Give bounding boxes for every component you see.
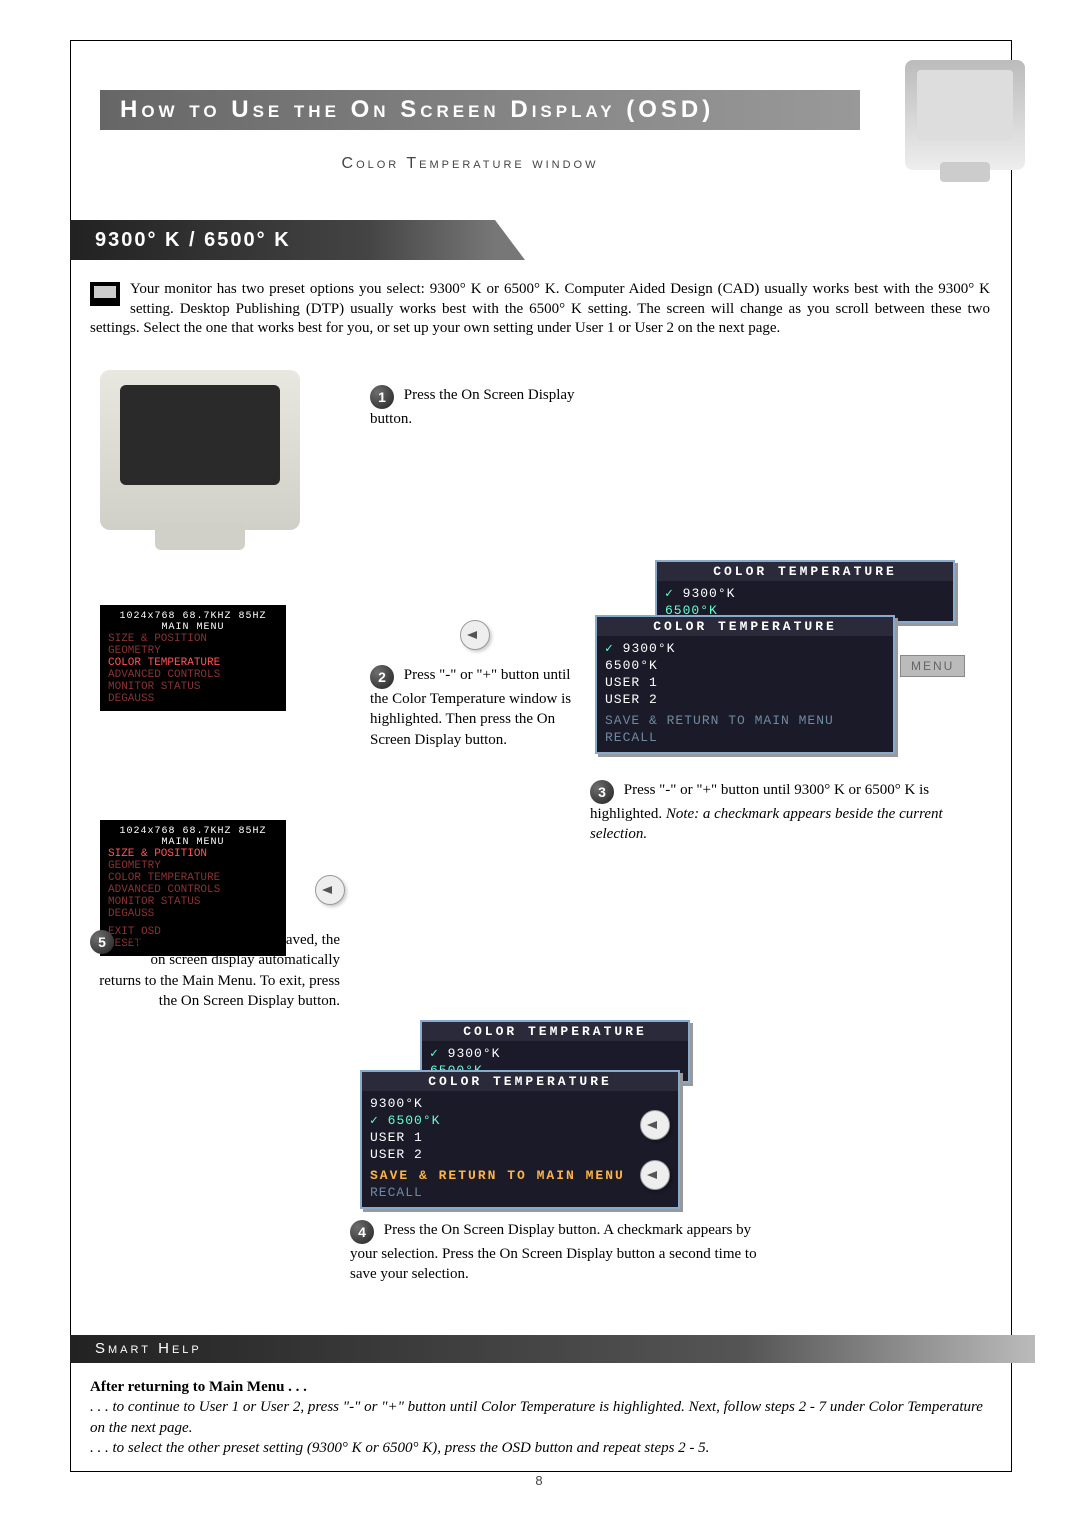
osd-6500: 6500°K <box>370 1112 670 1129</box>
intro-text: Your monitor has two preset options you … <box>90 281 990 336</box>
crt-base <box>155 522 245 550</box>
osd-color-temp-back: COLOR TEMPERATURE 9300°K 6500°K <box>655 560 955 623</box>
arrow-icon <box>315 875 345 905</box>
osd-user2: USER 2 <box>605 691 885 708</box>
osd-9300: 9300°K <box>430 1045 680 1062</box>
osd-9300: 9300°K <box>370 1095 670 1112</box>
step-3-text: Press "-" or "+" button until 9300° K or… <box>590 782 943 842</box>
arrow-icon <box>640 1160 670 1190</box>
step-1-text: Press the On Screen Display button. <box>370 387 575 427</box>
mm-item: ADVANCED CONTROLS <box>108 669 278 681</box>
smart-help-body: After returning to Main Menu . . . . . .… <box>90 1377 990 1458</box>
osd-user1: USER 1 <box>370 1129 670 1146</box>
osd-header: COLOR TEMPERATURE <box>422 1022 688 1041</box>
osd-main-menu-upper: 1024x768 68.7KHZ 85HZ MAIN MENU SIZE & P… <box>100 605 286 711</box>
osd-recall: RECALL <box>370 1184 670 1201</box>
osd-user2: USER 2 <box>370 1146 670 1163</box>
step-1: 1 Press the On Screen Display button. <box>370 385 590 429</box>
step-3: 3 Press "-" or "+" button until 9300° K … <box>590 780 950 845</box>
osd-color-temp-mid-front: COLOR TEMPERATURE 9300°K 6500°K USER 1 U… <box>360 1070 680 1209</box>
mm-item: GEOMETRY <box>108 645 278 657</box>
page-number: 8 <box>0 1473 1080 1488</box>
page-title: How to Use the On Screen Display (OSD) <box>120 96 714 123</box>
step-1-badge: 1 <box>370 385 394 409</box>
mm-item: COLOR TEMPERATURE <box>108 872 278 884</box>
smart-help-heading: After returning to Main Menu . . . <box>90 1379 307 1395</box>
smart-help-line2: . . . to select the other preset setting… <box>90 1440 709 1456</box>
page-title-bar: How to Use the On Screen Display (OSD) <box>100 90 860 130</box>
mm-item: COLOR TEMPERATURE <box>108 657 278 669</box>
preset-icon <box>90 282 120 306</box>
step-5-badge: 5 <box>90 930 114 954</box>
step-2-badge: 2 <box>370 665 394 689</box>
osd-save: SAVE & RETURN TO MAIN MENU <box>605 712 885 729</box>
osd-user1: USER 1 <box>605 674 885 691</box>
arrow-icon <box>640 1110 670 1140</box>
crt-monitor-illustration <box>100 370 300 530</box>
smart-help-banner: Smart Help <box>70 1335 1035 1363</box>
step-3-badge: 3 <box>590 780 614 804</box>
osd-save: SAVE & RETURN TO MAIN MENU <box>370 1167 670 1184</box>
main-menu-res2: 1024x768 68.7KHZ 85HZ <box>108 826 278 837</box>
main-menu-res: 1024x768 68.7KHZ 85HZ <box>108 611 278 622</box>
mm-item: SIZE & POSITION <box>108 633 278 645</box>
main-menu-title: MAIN MENU <box>108 622 278 633</box>
arrow-icon <box>460 620 490 650</box>
step-2-text: Press "-" or "+" button until the Color … <box>370 667 571 748</box>
osd-header: COLOR TEMPERATURE <box>657 562 953 581</box>
section-heading-text: 9300° K / 6500° K <box>95 229 291 251</box>
mm-item: DEGAUSS <box>108 693 278 705</box>
mm-item: GEOMETRY <box>108 860 278 872</box>
smart-help-title: Smart Help <box>95 1340 202 1357</box>
section-heading: 9300° K / 6500° K <box>70 220 495 260</box>
osd-6500: 6500°K <box>605 657 885 674</box>
step-4: 4 Press the On Screen Display button. A … <box>350 1220 770 1285</box>
step-4-text: Press the On Screen Display button. A ch… <box>350 1222 757 1282</box>
osd-9300: 9300°K <box>605 640 885 657</box>
step-4-badge: 4 <box>350 1220 374 1244</box>
osd-recall: RECALL <box>605 729 885 746</box>
mm-item: DEGAUSS <box>108 908 278 920</box>
osd-color-temp-front: COLOR TEMPERATURE 9300°K 6500°K USER 1 U… <box>595 615 895 754</box>
crt-screen <box>120 385 280 485</box>
mm-item: MONITOR STATUS <box>108 896 278 908</box>
osd-header: COLOR TEMPERATURE <box>362 1072 678 1091</box>
osd-menu-button: MENU <box>900 655 965 677</box>
osd-9300: 9300°K <box>665 585 945 602</box>
step-5-text: After the preset setting is saved, the o… <box>99 932 340 1009</box>
intro-paragraph: Your monitor has two preset options you … <box>90 280 990 339</box>
step-2: 2 Press "-" or "+" button until the Colo… <box>370 665 580 750</box>
mm-item: ADVANCED CONTROLS <box>108 884 278 896</box>
main-menu-title2: MAIN MENU <box>108 837 278 848</box>
mm-item: MONITOR STATUS <box>108 681 278 693</box>
monitor-illustration-icon <box>905 60 1025 170</box>
smart-help-line1: . . . to continue to User 1 or User 2, p… <box>90 1399 983 1435</box>
page-subtitle: Color Temperature window <box>100 155 840 173</box>
mm-item: SIZE & POSITION <box>108 848 278 860</box>
osd-header: COLOR TEMPERATURE <box>597 617 893 636</box>
diagram-area: 1 Press the On Screen Display button. 10… <box>70 360 1010 1400</box>
step-5: 5 After the preset setting is saved, the… <box>90 930 340 1011</box>
